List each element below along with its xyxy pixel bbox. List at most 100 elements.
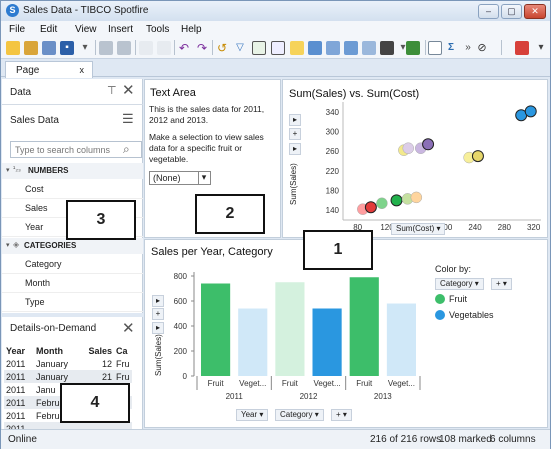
dataset-name[interactable]: Sales Data bbox=[10, 115, 59, 126]
export-icon[interactable] bbox=[117, 41, 131, 55]
refresh-data-icon[interactable] bbox=[42, 41, 56, 55]
tab-page[interactable]: Page x bbox=[5, 61, 93, 78]
legend-item-vegetables[interactable]: Vegetables bbox=[449, 310, 494, 320]
cross-table-icon[interactable] bbox=[326, 41, 340, 55]
copy-icon[interactable] bbox=[139, 41, 153, 55]
search-input[interactable]: Type to search columns ⌕ bbox=[10, 141, 142, 158]
toolbar-dropdown-icon[interactable]: ▾ bbox=[534, 41, 548, 55]
save-dropdown-icon[interactable]: ▾ bbox=[78, 41, 92, 55]
line-chart-icon[interactable] bbox=[362, 41, 376, 55]
column-header[interactable]: Sales bbox=[80, 344, 114, 357]
status-columns[interactable]: 6 columns bbox=[490, 434, 536, 445]
bar bbox=[386, 303, 416, 376]
cell: 2011 bbox=[6, 410, 26, 421]
bar-chart-icon[interactable] bbox=[344, 41, 358, 55]
dropdown-select[interactable]: (None) ▾ bbox=[149, 171, 211, 185]
menu-icon[interactable]: ☰ bbox=[122, 111, 134, 127]
chevron-down-icon[interactable]: ▾ bbox=[198, 172, 209, 184]
text-area-instruction: Make a selection to view sales data for … bbox=[149, 132, 264, 164]
cell: Fru bbox=[116, 371, 130, 382]
column-item-label: Month bbox=[25, 278, 51, 288]
text-area-icon[interactable] bbox=[406, 41, 420, 55]
column-header[interactable]: Year bbox=[4, 344, 34, 357]
bar-label: Fruit bbox=[282, 379, 299, 388]
redo-icon[interactable]: ↷ bbox=[195, 41, 209, 55]
table-visualization-icon[interactable] bbox=[308, 41, 322, 55]
categories-section[interactable]: ▾ ◈ CATEGORIES bbox=[2, 238, 143, 254]
column-header[interactable]: Month bbox=[34, 344, 80, 357]
pin-icon[interactable]: ⊤ bbox=[107, 84, 117, 97]
legend-item-fruit[interactable]: Fruit bbox=[449, 294, 467, 304]
scatter-plot[interactable]: 34030026022018014080120160200240280320 bbox=[283, 80, 549, 239]
status-marked[interactable]: 108 marked bbox=[439, 434, 492, 445]
status-rows[interactable]: 216 of 216 rows bbox=[370, 434, 441, 445]
x-tick-label: 280 bbox=[498, 223, 512, 232]
close-button[interactable]: ✕ bbox=[524, 4, 546, 19]
sigma-icon[interactable]: Σ bbox=[444, 41, 458, 55]
menu-insert[interactable]: Insert bbox=[108, 24, 133, 35]
maximize-button[interactable]: ▢ bbox=[501, 4, 522, 19]
column-item-category[interactable]: Category bbox=[2, 255, 143, 274]
legend-swatch-fruit bbox=[435, 294, 445, 304]
save-icon[interactable]: ▪ bbox=[60, 41, 74, 55]
color-by-add-button[interactable]: + ▾ bbox=[491, 278, 512, 290]
search-icon[interactable]: ⌕ bbox=[123, 142, 130, 157]
undo-icon[interactable]: ↶ bbox=[177, 41, 191, 55]
text-area-title: Text Area bbox=[150, 87, 196, 99]
menu-bar: File Edit View Insert Tools Help bbox=[1, 21, 550, 38]
column-item-cost[interactable]: Cost bbox=[2, 180, 143, 199]
close-details-icon[interactable]: ✕ bbox=[122, 319, 135, 337]
more-options-icon[interactable]: » bbox=[461, 41, 475, 55]
share-icon[interactable]: ⊘ bbox=[475, 41, 489, 55]
cell: Fru bbox=[116, 358, 130, 369]
table-row[interactable]: 2011 January 12 Fru bbox=[4, 357, 132, 370]
menu-view[interactable]: View bbox=[75, 24, 97, 35]
table-row[interactable]: 2011 January 21 Fru bbox=[4, 370, 132, 383]
tag-icon[interactable] bbox=[290, 41, 304, 55]
column-item-label: Category bbox=[25, 259, 62, 269]
print-icon[interactable] bbox=[99, 41, 113, 55]
bookmark-icon[interactable] bbox=[515, 41, 529, 55]
column-item-type[interactable]: Type bbox=[2, 293, 143, 312]
open-icon[interactable] bbox=[6, 41, 20, 55]
year-label: 2013 bbox=[374, 392, 392, 401]
x-axis-selector[interactable]: Sum(Cost) ▾ bbox=[391, 223, 446, 235]
cell: 2011 bbox=[6, 397, 26, 408]
collapse-icon[interactable]: ▾ bbox=[6, 241, 10, 249]
open-library-icon[interactable] bbox=[24, 41, 38, 55]
close-panel-icon[interactable]: ✕ bbox=[122, 81, 135, 99]
bar-label: Fruit bbox=[208, 379, 225, 388]
toolbar: ▪ ▾ ↶ ↷ ↺ ▽ ▾ Σ » ⊘ ▾ bbox=[1, 38, 550, 59]
numbers-section[interactable]: ▾ ¹₂₃ NUMBERS bbox=[2, 163, 143, 179]
menu-help[interactable]: Help bbox=[181, 24, 202, 35]
column-item-label: Sales bbox=[25, 203, 48, 213]
menu-tools[interactable]: Tools bbox=[146, 24, 169, 35]
x-axis-button-label: Year bbox=[241, 410, 258, 419]
paste-icon[interactable] bbox=[157, 41, 171, 55]
x-axis-add-button[interactable]: + ▾ bbox=[331, 409, 352, 421]
menu-file[interactable]: File bbox=[9, 24, 25, 35]
details-panel-icon[interactable] bbox=[271, 41, 285, 55]
cell: 2011 bbox=[6, 358, 26, 369]
x-axis-year-selector[interactable]: Year ▾ bbox=[236, 409, 269, 421]
combination-chart-icon[interactable] bbox=[380, 41, 394, 55]
filter-icon[interactable]: ▽ bbox=[233, 41, 247, 55]
legend-selector-label: Category bbox=[440, 279, 473, 288]
bar-label: Veget... bbox=[239, 379, 266, 388]
callout-2: 2 bbox=[195, 194, 265, 234]
column-header[interactable]: Ca bbox=[114, 344, 132, 357]
collapse-icon[interactable]: ▾ bbox=[6, 166, 10, 174]
color-by-selector[interactable]: Category ▾ bbox=[435, 278, 484, 290]
y-tick-label: 220 bbox=[326, 167, 340, 176]
scatter-plot-icon[interactable] bbox=[252, 41, 266, 55]
reset-icon[interactable]: ↺ bbox=[215, 41, 229, 55]
menu-edit[interactable]: Edit bbox=[40, 24, 57, 35]
column-item-month[interactable]: Month bbox=[2, 274, 143, 293]
bar-label: Veget... bbox=[314, 379, 341, 388]
tab-close-icon[interactable]: x bbox=[80, 65, 85, 75]
scatter-point bbox=[390, 194, 403, 207]
scatter-point bbox=[410, 191, 423, 204]
table-icon[interactable] bbox=[428, 41, 442, 55]
minimize-button[interactable]: – bbox=[478, 4, 499, 19]
x-axis-category-selector[interactable]: Category ▾ bbox=[275, 409, 324, 421]
